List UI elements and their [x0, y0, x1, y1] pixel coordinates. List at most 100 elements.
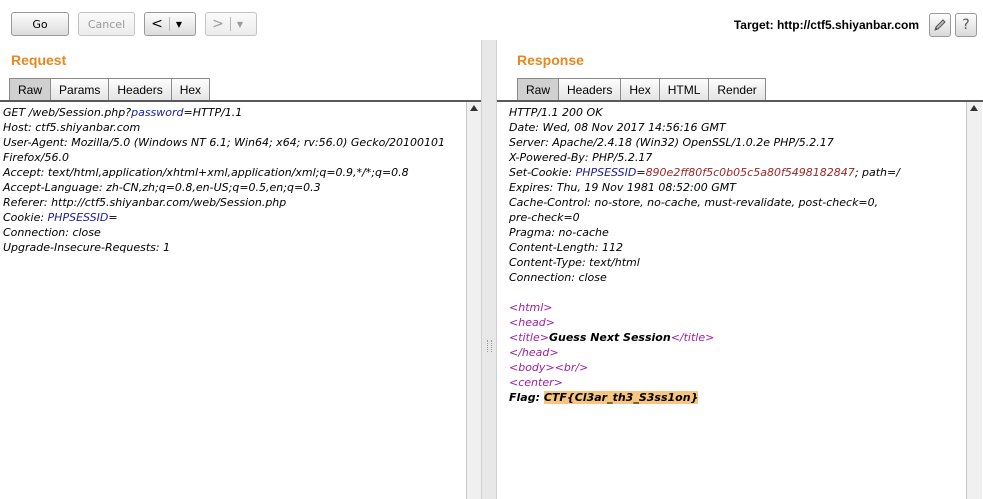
response-text: HTTP/1.1 200 OK Date: Wed, 08 Nov 2017 14… — [509, 105, 948, 405]
text-token: = — [108, 211, 118, 224]
editor-line: Cache-Control: no-store, no-cache, must-… — [509, 195, 948, 210]
response-editor[interactable]: HTTP/1.1 200 OK Date: Wed, 08 Nov 2017 14… — [506, 102, 966, 499]
editor-line: <center> — [509, 375, 948, 390]
text-token: </head> — [509, 346, 559, 359]
text-token: PHPSESSID — [575, 166, 637, 179]
editor-line: Connection: close — [509, 270, 948, 285]
text-token: Host: ctf5.shiyanbar.com — [3, 121, 141, 134]
tab-raw[interactable]: Raw — [517, 78, 560, 100]
text-token: <html> — [509, 301, 553, 314]
text-token: <center> — [509, 376, 563, 389]
text-token: password — [131, 106, 184, 119]
text-token: </title> — [670, 331, 715, 344]
editor-line: Pragma: no-cache — [509, 225, 948, 240]
scroll-up-icon[interactable] — [970, 105, 978, 111]
editor-line: Upgrade-Insecure-Requests: 1 — [3, 240, 448, 255]
text-token: X-Powered-By: PHP/5.2.17 — [509, 151, 653, 164]
text-token: Flag: — [509, 391, 544, 404]
text-token: Accept: text/html,application/xhtml+xml,… — [3, 166, 409, 179]
editor-line: Flag: CTF{Cl3ar_th3_S3ss1on} — [509, 390, 948, 405]
request-title: Request — [11, 52, 67, 68]
text-token: ; path=/ — [854, 166, 900, 179]
tab-hex[interactable]: Hex — [171, 78, 211, 100]
editor-line: Cookie: PHPSESSID= — [3, 210, 448, 225]
editor-line: Content-Type: text/html — [509, 255, 948, 270]
editor-line: Accept: text/html,application/xhtml+xml,… — [3, 165, 448, 180]
cancel-button[interactable]: Cancel — [78, 12, 135, 36]
text-token: 890e2ff80f5c0b05c5a80f5498182847 — [645, 166, 855, 179]
text-token: <br/> — [554, 361, 589, 374]
editor-line: Server: Apache/2.4.18 (Win32) OpenSSL/1.… — [509, 135, 948, 150]
editor-line: Expires: Thu, 19 Nov 1981 08:52:00 GMT — [509, 180, 948, 195]
text-token: Date: Wed, 08 Nov 2017 14:56:16 GMT — [509, 121, 726, 134]
text-token: Pragma: no-cache — [509, 226, 609, 239]
request-scrollbar[interactable] — [466, 102, 482, 499]
back-arrow-icon: < — [151, 16, 163, 32]
editor-line: <head> — [509, 315, 948, 330]
forward-dropdown-icon[interactable]: ▼ — [231, 20, 249, 29]
text-token: Set-Cookie: — [509, 166, 576, 179]
tab-params[interactable]: Params — [51, 78, 110, 100]
tab-headers[interactable]: Headers — [109, 78, 172, 100]
editor-line: HTTP/1.1 200 OK — [509, 105, 948, 120]
target-label: Target: http://ctf5.shiyanbar.com — [733, 18, 919, 32]
editor-line: </head> — [509, 345, 948, 360]
editor-line: Connection: close — [3, 225, 448, 240]
tab-headers[interactable]: Headers — [559, 78, 622, 100]
editor-line: Set-Cookie: PHPSESSID=890e2ff80f5c0b05c5… — [509, 165, 948, 180]
response-tabs: Raw Headers Hex HTML Render — [517, 78, 766, 100]
editor-line: <html> — [509, 300, 948, 315]
text-token: Connection: close — [509, 271, 607, 284]
back-button[interactable]: < ▼ — [144, 12, 196, 36]
text-token: GET /web/Session.php? — [3, 106, 132, 119]
forward-button[interactable]: > ▼ — [205, 12, 257, 36]
text-token: Cookie: — [3, 211, 48, 224]
text-token: Upgrade-Insecure-Requests: 1 — [3, 241, 171, 254]
text-token: <body> — [509, 361, 555, 374]
text-token: Accept-Language: zh-CN,zh;q=0.8,en-US;q=… — [3, 181, 321, 194]
pencil-icon — [934, 19, 946, 31]
editor-line: <body><br/> — [509, 360, 948, 375]
text-token: Firefox/56.0 — [3, 151, 69, 164]
editor-line: Host: ctf5.shiyanbar.com — [3, 120, 448, 135]
editor-line: pre-check=0 — [509, 210, 948, 225]
editor-line: GET /web/Session.php?password=HTTP/1.1 — [3, 105, 448, 120]
forward-arrow-icon: > — [212, 16, 224, 32]
request-text: GET /web/Session.php?password=HTTP/1.1 Ho… — [3, 105, 448, 255]
text-token: pre-check=0 — [509, 211, 580, 224]
editor-line: Firefox/56.0 — [3, 150, 448, 165]
text-token: Referer: http://ctf5.shiyanbar.com/web/S… — [3, 196, 287, 209]
text-token: Content-Length: 112 — [509, 241, 624, 254]
text-token: = — [636, 166, 646, 179]
scroll-up-icon[interactable] — [470, 105, 478, 111]
tab-raw[interactable]: Raw — [9, 78, 52, 100]
response-scrollbar[interactable] — [966, 102, 982, 499]
text-token: =HTTP/1.1 — [183, 106, 243, 119]
editor-line: User-Agent: Mozilla/5.0 (Windows NT 6.1;… — [3, 135, 448, 150]
edit-target-button[interactable] — [929, 13, 951, 37]
split-divider[interactable] — [481, 40, 497, 499]
text-token: HTTP/1.1 200 OK — [509, 106, 603, 119]
editor-line: Content-Length: 112 — [509, 240, 948, 255]
go-button[interactable]: Go — [11, 12, 69, 36]
editor-line: <title>Guess Next Session</title> — [509, 330, 948, 345]
editor-line: Referer: http://ctf5.shiyanbar.com/web/S… — [3, 195, 448, 210]
back-dropdown-icon[interactable]: ▼ — [170, 20, 188, 29]
text-token: User-Agent: Mozilla/5.0 (Windows NT 6.1;… — [3, 136, 446, 149]
editor-line: Accept-Language: zh-CN,zh;q=0.8,en-US;q=… — [3, 180, 448, 195]
editor-line: Date: Wed, 08 Nov 2017 14:56:16 GMT — [509, 120, 948, 135]
response-title: Response — [517, 52, 584, 68]
divider-grip-icon[interactable] — [487, 340, 492, 352]
tab-render[interactable]: Render — [709, 78, 766, 100]
tab-hex[interactable]: Hex — [621, 78, 660, 100]
tab-html[interactable]: HTML — [659, 78, 710, 100]
help-button[interactable]: ? — [955, 13, 977, 37]
request-editor[interactable]: GET /web/Session.php?password=HTTP/1.1 Ho… — [0, 102, 466, 499]
request-tabs: Raw Params Headers Hex — [9, 78, 211, 100]
text-token: PHPSESSID — [47, 211, 109, 224]
text-token: <head> — [509, 316, 555, 329]
flag-value: CTF{Cl3ar_th3_S3ss1on} — [543, 391, 699, 404]
text-token: Cache-Control: no-store, no-cache, must-… — [509, 196, 879, 209]
text-token: Server: Apache/2.4.18 (Win32) OpenSSL/1.… — [509, 136, 834, 149]
